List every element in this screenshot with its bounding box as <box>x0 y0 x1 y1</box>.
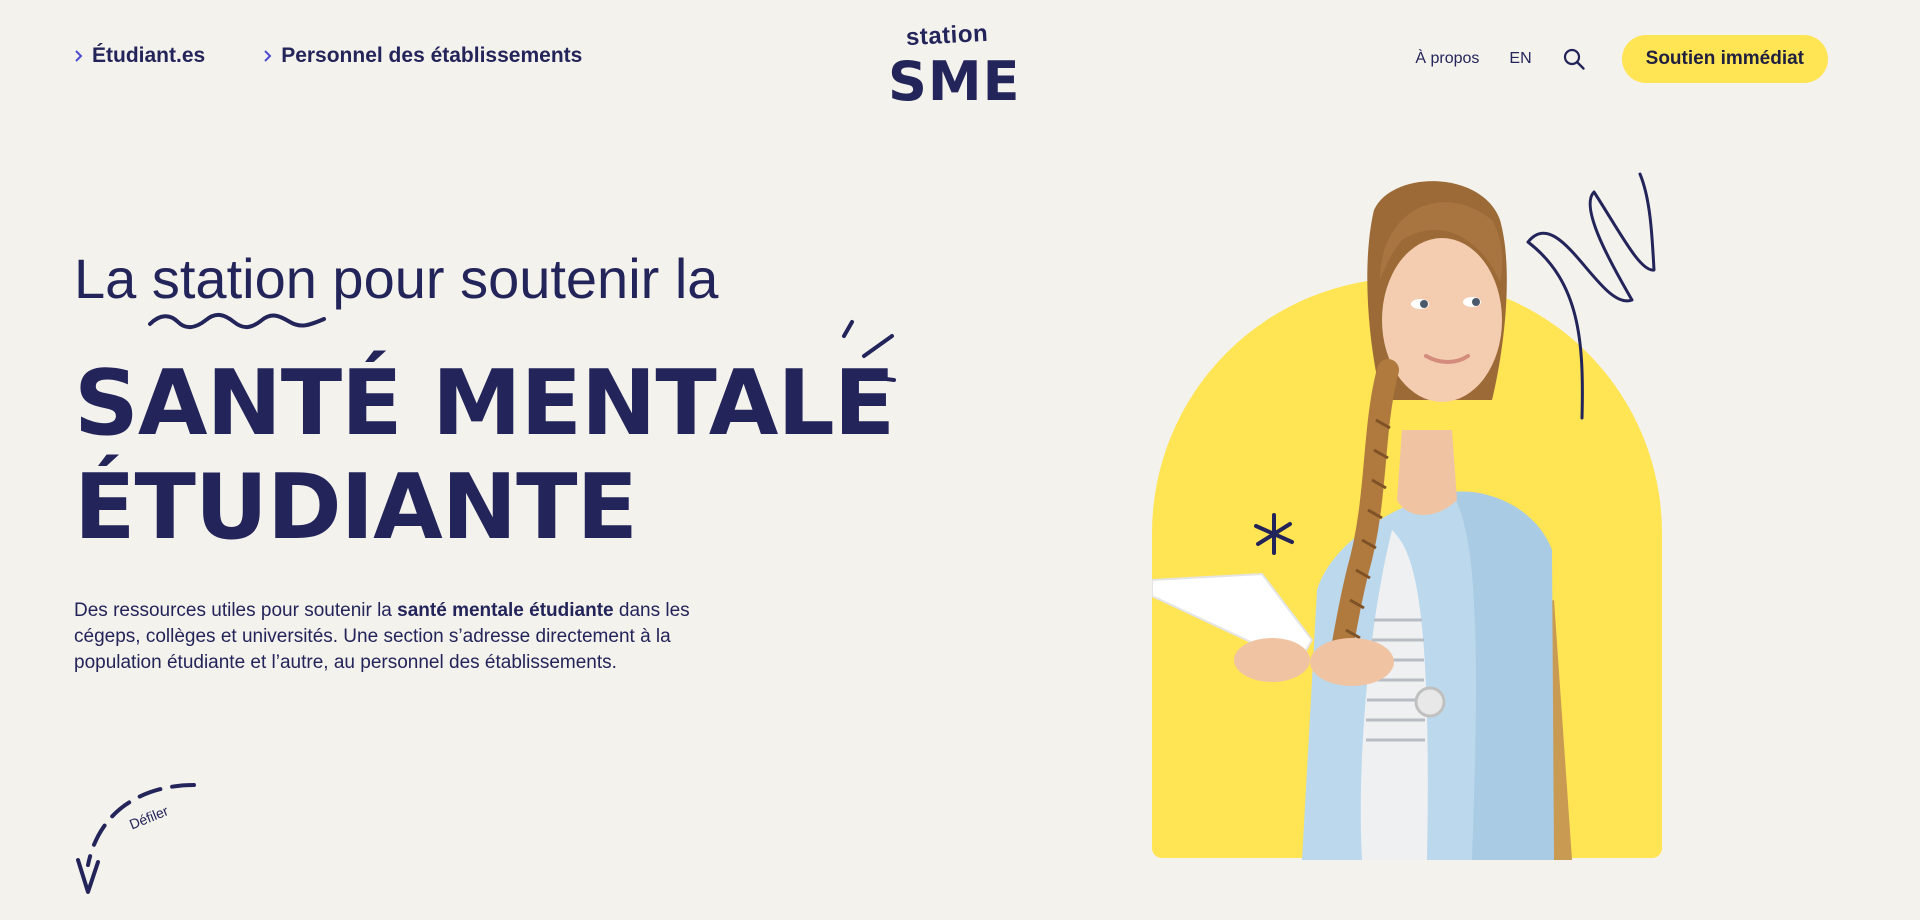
nav-link-label: Personnel des établissements <box>281 44 583 67</box>
chevron-right-icon <box>264 50 272 62</box>
scroll-down-arrow-icon[interactable] <box>70 780 200 900</box>
hero-description: Des ressources utiles pour soutenir la s… <box>74 598 754 676</box>
site-logo[interactable]: station SME <box>886 14 1020 113</box>
language-toggle[interactable]: EN <box>1509 50 1531 68</box>
nav-link-about[interactable]: À propos <box>1415 50 1479 68</box>
sparkle-lines-decoration <box>842 320 896 382</box>
logo-sme-text: SME <box>888 50 1021 113</box>
hero-description-pre: Des ressources utiles pour soutenir la <box>74 600 398 621</box>
hero-title-line1: SANTÉ MENTALE <box>74 351 895 456</box>
nav-link-etudiants[interactable]: Étudiant.es <box>74 44 205 68</box>
asterisk-decoration <box>1254 513 1294 555</box>
hero-description-bold: santé mentale étudiante <box>397 600 614 621</box>
squiggle-underline-decoration <box>148 313 326 329</box>
search-icon[interactable] <box>1562 47 1586 71</box>
site-header: Étudiant.es Personnel des établissements… <box>0 0 1920 120</box>
hero-subtitle-pre: La <box>74 247 137 310</box>
audience-nav: Étudiant.es Personnel des établissements <box>74 44 582 68</box>
hero-title: SANTÉ MENTALE ÉTUDIANTE <box>74 351 895 560</box>
zigzag-line-decoration <box>1526 172 1656 420</box>
nav-link-label: Étudiant.es <box>92 44 206 67</box>
chevron-right-icon <box>75 50 83 62</box>
immediate-support-button[interactable]: Soutien immédiat <box>1621 35 1828 83</box>
hero-title-line2: ÉTUDIANTE <box>74 455 638 560</box>
hero-subtitle-station: station <box>151 247 317 310</box>
nav-link-personnel[interactable]: Personnel des établissements <box>263 44 582 68</box>
hero-subtitle: La station pour soutenir la <box>74 246 718 311</box>
hero-subtitle-post: pour soutenir la <box>332 247 719 310</box>
utility-nav: À propos EN Soutien immédiat <box>1415 35 1828 83</box>
logo-station-text: station <box>905 19 989 52</box>
